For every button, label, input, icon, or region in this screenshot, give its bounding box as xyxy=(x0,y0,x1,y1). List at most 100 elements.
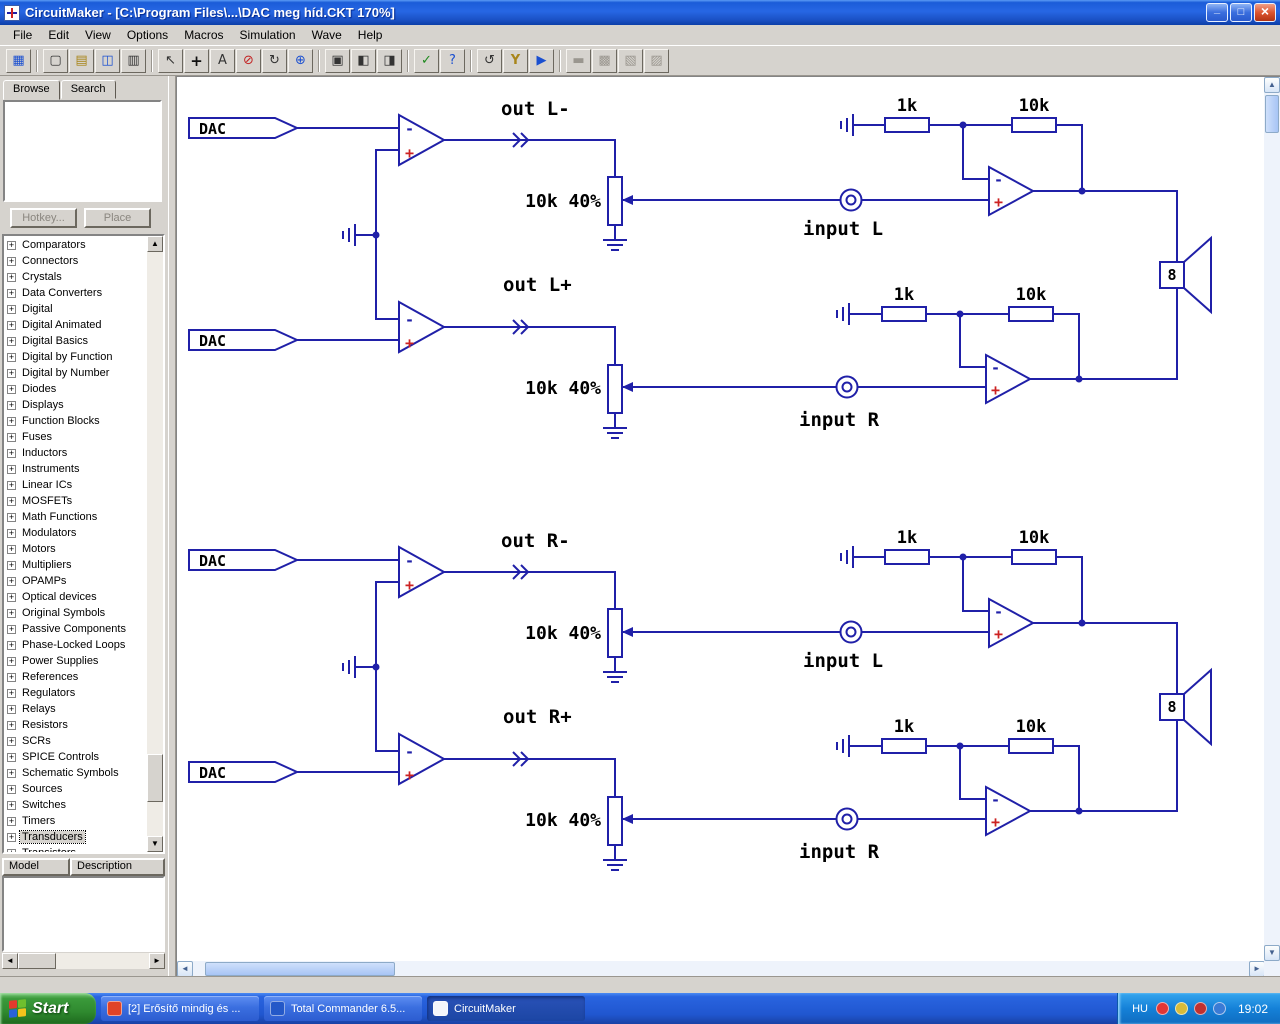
tree-item[interactable]: OPAMPs xyxy=(5,573,163,589)
print[interactable]: ▥ xyxy=(121,48,146,73)
text-tool[interactable]: A xyxy=(210,48,235,73)
tree-item[interactable]: Timers xyxy=(5,813,163,829)
tree-item[interactable]: Motors xyxy=(5,541,163,557)
expand-plus-icon[interactable] xyxy=(7,848,16,852)
tree-item[interactable]: SPICE Controls xyxy=(5,749,163,765)
expand-plus-icon[interactable] xyxy=(7,592,16,602)
digital-analog-toggle[interactable]: ✓ xyxy=(414,48,439,73)
menu-item[interactable]: Macros xyxy=(176,26,231,44)
tree-scrollbar-thumb[interactable] xyxy=(147,754,163,802)
label-out-l-minus[interactable]: out L- xyxy=(501,98,570,120)
menu-item[interactable]: Help xyxy=(350,26,391,44)
tree-item[interactable]: References xyxy=(5,669,163,685)
menu-item[interactable]: View xyxy=(77,26,119,44)
expand-plus-icon[interactable] xyxy=(7,608,16,618)
tree-item[interactable]: Function Blocks xyxy=(5,413,163,429)
expand-plus-icon[interactable] xyxy=(7,816,16,826)
expand-plus-icon[interactable] xyxy=(7,752,16,762)
tree-item[interactable]: Inductors xyxy=(5,445,163,461)
expand-plus-icon[interactable] xyxy=(7,464,16,474)
left-channel-circuit[interactable] xyxy=(188,95,1212,439)
expand-plus-icon[interactable] xyxy=(7,704,16,714)
schematic-editor-canvas[interactable]: - + - + - + - + DAC DAC 10k 40% 10k 40% … xyxy=(176,76,1280,977)
tree-item[interactable]: Modulators xyxy=(5,525,163,541)
close-button[interactable] xyxy=(1254,3,1276,22)
tree-item[interactable]: Relays xyxy=(5,701,163,717)
hotkey-button[interactable]: Hotkey... xyxy=(10,208,77,228)
expand-plus-icon[interactable] xyxy=(7,640,16,650)
sidebar-horizontal-scrollbar[interactable] xyxy=(2,953,165,969)
expand-plus-icon[interactable] xyxy=(7,832,16,842)
language-indicator[interactable]: HU xyxy=(1132,1003,1148,1015)
menu-item[interactable]: Simulation xyxy=(232,26,304,44)
tile-vertical[interactable]: ▨ xyxy=(644,48,669,73)
expand-plus-icon[interactable] xyxy=(7,576,16,586)
expand-plus-icon[interactable] xyxy=(7,560,16,570)
expand-plus-icon[interactable] xyxy=(7,480,16,490)
probe-tool[interactable]: Y xyxy=(503,48,528,73)
expand-plus-icon[interactable] xyxy=(7,768,16,778)
place-button[interactable]: Place xyxy=(84,208,151,228)
scroll-right-icon[interactable] xyxy=(1249,961,1265,977)
description-column-header[interactable]: Description xyxy=(70,858,165,876)
display-icon[interactable] xyxy=(1212,1002,1226,1015)
fit-page[interactable]: ▣ xyxy=(325,48,350,73)
scroll-down-icon[interactable] xyxy=(147,836,163,852)
tree-item[interactable]: Math Functions xyxy=(5,509,163,525)
expand-plus-icon[interactable] xyxy=(7,672,16,682)
cascade-windows[interactable]: ▩ xyxy=(592,48,617,73)
split-view[interactable]: ◨ xyxy=(377,48,402,73)
scroll-up-icon[interactable] xyxy=(1264,77,1280,93)
run-simulation[interactable]: ▶ xyxy=(529,48,554,73)
tree-item[interactable]: Optical devices xyxy=(5,589,163,605)
menu-item[interactable]: File xyxy=(5,26,40,44)
expand-plus-icon[interactable] xyxy=(7,656,16,666)
tab-browse[interactable]: Browse xyxy=(3,80,60,100)
expand-plus-icon[interactable] xyxy=(7,352,16,362)
sidebar-scrollbar-thumb[interactable] xyxy=(18,953,56,969)
tree-item[interactable]: Resistors xyxy=(5,717,163,733)
menu-item[interactable]: Edit xyxy=(40,26,77,44)
tree-item[interactable]: Original Symbols xyxy=(5,605,163,621)
expand-plus-icon[interactable] xyxy=(7,736,16,746)
tree-item[interactable]: Regulators xyxy=(5,685,163,701)
tree-item[interactable]: Multipliers xyxy=(5,557,163,573)
expand-plus-icon[interactable] xyxy=(7,720,16,730)
tree-item[interactable]: Schematic Symbols xyxy=(5,765,163,781)
task-button[interactable]: Total Commander 6.5... xyxy=(264,996,422,1021)
tree-item[interactable]: MOSFETs xyxy=(5,493,163,509)
tree-item[interactable]: Comparators xyxy=(5,237,163,253)
tree-item[interactable]: Transducers xyxy=(5,829,163,845)
expand-plus-icon[interactable] xyxy=(7,256,16,266)
save-document[interactable]: ◫ xyxy=(95,48,120,73)
tree-item[interactable]: Fuses xyxy=(5,429,163,445)
canvas-vertical-scrollbar[interactable] xyxy=(1264,77,1280,961)
expand-plus-icon[interactable] xyxy=(7,240,16,250)
expand-plus-icon[interactable] xyxy=(7,496,16,506)
tree-item[interactable]: Digital Animated xyxy=(5,317,163,333)
tree-item[interactable]: Linear ICs xyxy=(5,477,163,493)
expand-plus-icon[interactable] xyxy=(7,384,16,394)
part-browser[interactable]: ▦ xyxy=(6,48,31,73)
start-button[interactable]: Start xyxy=(0,993,96,1024)
expand-plus-icon[interactable] xyxy=(7,288,16,298)
tree-item[interactable]: Crystals xyxy=(5,269,163,285)
scroll-left-icon[interactable] xyxy=(2,953,18,969)
wire-tool[interactable]: + xyxy=(184,48,209,73)
expand-plus-icon[interactable] xyxy=(7,320,16,330)
tab-search[interactable]: Search xyxy=(60,80,116,99)
label-out-r-plus[interactable]: out R+ xyxy=(503,706,572,728)
tree-item[interactable]: Switches xyxy=(5,797,163,813)
arrow-tool[interactable]: ↖ xyxy=(158,48,183,73)
expand-plus-icon[interactable] xyxy=(7,336,16,346)
tree-item[interactable]: Sources xyxy=(5,781,163,797)
sidebar-splitter[interactable] xyxy=(168,76,176,976)
menu-item[interactable]: Wave xyxy=(304,26,350,44)
tree-item[interactable]: Digital by Function xyxy=(5,349,163,365)
expand-plus-icon[interactable] xyxy=(7,416,16,426)
expand-plus-icon[interactable] xyxy=(7,528,16,538)
security-alert-icon[interactable] xyxy=(1155,1002,1169,1015)
tree-item[interactable]: Passive Components xyxy=(5,621,163,637)
expand-plus-icon[interactable] xyxy=(7,448,16,458)
expand-plus-icon[interactable] xyxy=(7,368,16,378)
